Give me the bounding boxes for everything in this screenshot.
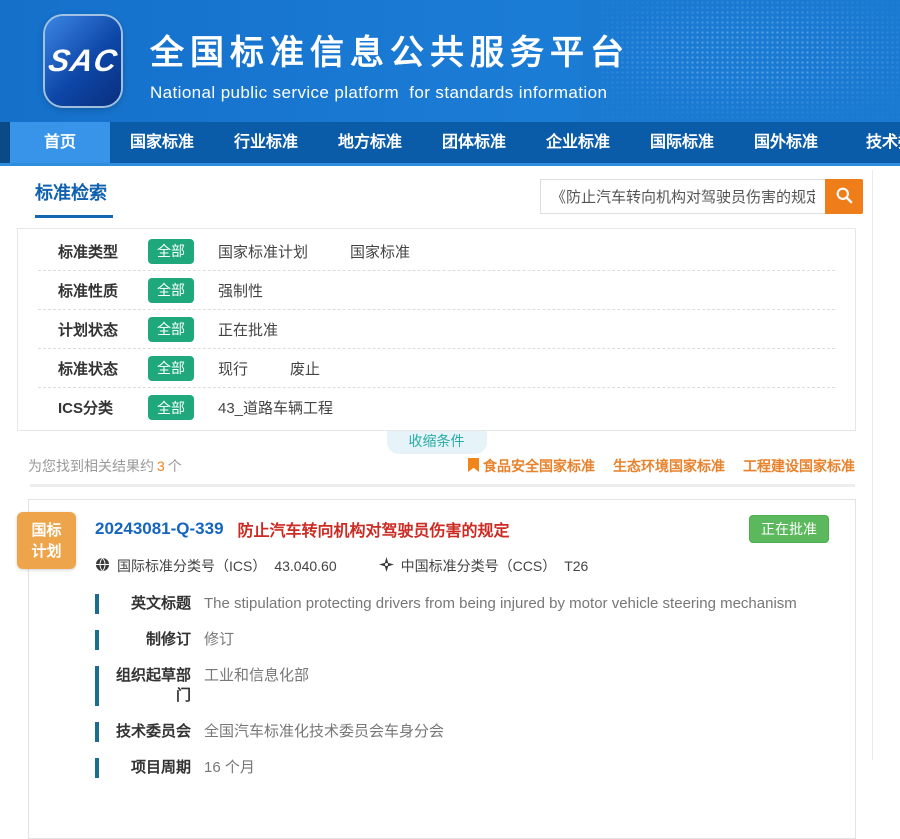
section-divider xyxy=(30,484,855,487)
field-row-drafting-department: 组织起草部门 工业和信息化部 xyxy=(95,666,835,706)
nav-item-foreign-standards[interactable]: 国外标准 xyxy=(734,122,838,163)
page-right-divider xyxy=(872,170,873,760)
quick-link-food-safety[interactable]: 食品安全国家标准 xyxy=(468,456,595,476)
nav-item-enterprise-standards[interactable]: 企业标准 xyxy=(526,122,630,163)
filter-row-ics: ICS分类 全部 43_道路车辆工程 xyxy=(38,388,835,427)
filter-row-plan-status: 计划状态 全部 正在批准 xyxy=(38,310,835,349)
quick-links: 食品安全国家标准 生态环境国家标准 工程建设国家标准 xyxy=(468,456,855,476)
filter-all-button[interactable]: 全部 xyxy=(148,278,194,303)
quick-link-label: 工程建设国家标准 xyxy=(743,456,855,476)
results-summary: 为您找到相关结果约3个 xyxy=(28,456,182,476)
status-badge: 正在批准 xyxy=(749,515,829,543)
filter-panel: 标准类型 全部 国家标准计划 国家标准 标准性质 全部 强制性 计划状态 全部 … xyxy=(17,228,856,431)
filter-label: 标准类型 xyxy=(38,241,126,262)
filter-row-standard-type: 标准类型 全部 国家标准计划 国家标准 xyxy=(38,232,835,271)
ics-label: 国际标准分类号（ICS） xyxy=(117,556,266,576)
results-summary-suffix: 个 xyxy=(168,458,182,474)
nav-item-national-standards[interactable]: 国家标准 xyxy=(110,122,214,163)
standard-title-link[interactable]: 防止汽车转向机构对驾驶员伤害的规定 xyxy=(238,517,510,541)
standard-plan-code[interactable]: 20243081-Q-339 xyxy=(95,519,224,539)
results-summary-row: 为您找到相关结果约3个 食品安全国家标准 生态环境国家标准 工程建设国家标准 xyxy=(28,456,855,476)
quick-link-label: 生态环境国家标准 xyxy=(613,456,725,476)
filter-label: 计划状态 xyxy=(38,319,126,340)
search-button[interactable] xyxy=(825,179,863,214)
field-row-revision: 制修订 修订 xyxy=(95,630,835,650)
search-input[interactable] xyxy=(540,179,825,214)
field-label: 技术委员会 xyxy=(107,722,191,742)
collapse-wrap: 收缩条件 xyxy=(17,431,856,454)
quick-link-engineering[interactable]: 工程建设国家标准 xyxy=(743,456,855,476)
filter-all-button[interactable]: 全部 xyxy=(148,356,194,381)
field-value: 全国汽车标准化技术委员会车身分会 xyxy=(204,722,454,742)
card-meta-row: 国际标准分类号（ICS） 43.040.60 中国标准分类号（CCS） T26 xyxy=(95,556,835,576)
nav-left-strip xyxy=(0,122,10,163)
field-value: 修订 xyxy=(204,630,244,650)
site-title-block: 全国标准信息公共服务平台 National public service pla… xyxy=(150,25,630,103)
field-marker-bar xyxy=(95,722,99,742)
field-marker-bar xyxy=(95,758,99,778)
ics-value: 43.040.60 xyxy=(274,558,336,574)
nav-item-group-standards[interactable]: 团体标准 xyxy=(422,122,526,163)
field-label: 英文标题 xyxy=(107,594,191,614)
filter-label: 标准状态 xyxy=(38,358,126,379)
results-summary-prefix: 为您找到相关结果约 xyxy=(28,458,154,474)
collapse-conditions-button[interactable]: 收缩条件 xyxy=(387,431,487,454)
globe-icon xyxy=(95,557,110,575)
filter-option[interactable]: 废止 xyxy=(290,358,320,379)
site-header: SAC 全国标准信息公共服务平台 National public service… xyxy=(0,0,900,122)
filter-option[interactable]: 现行 xyxy=(218,358,248,379)
site-subtitle: National public service platform for sta… xyxy=(150,83,630,103)
ccs-value: T26 xyxy=(564,558,588,574)
bookmark-icon xyxy=(468,458,479,475)
field-marker-bar xyxy=(95,666,99,706)
compass-icon xyxy=(379,557,394,575)
field-label: 项目周期 xyxy=(107,758,191,778)
filter-label: 标准性质 xyxy=(38,280,126,301)
field-row-english-title: 英文标题 The stipulation protecting drivers … xyxy=(95,594,835,614)
nav-item-industry-standards[interactable]: 行业标准 xyxy=(214,122,318,163)
card-title-row: 20243081-Q-339 防止汽车转向机构对驾驶员伤害的规定 正在批准 xyxy=(95,515,835,543)
field-row-project-period: 项目周期 16 个月 xyxy=(95,758,835,778)
nav-item-international-standards[interactable]: 国际标准 xyxy=(630,122,734,163)
quick-link-eco-environment[interactable]: 生态环境国家标准 xyxy=(613,456,725,476)
filter-all-button[interactable]: 全部 xyxy=(148,239,194,264)
filter-option[interactable]: 国家标准计划 xyxy=(218,241,308,262)
filter-row-standard-status: 标准状态 全部 现行 废止 xyxy=(38,349,835,388)
search-group xyxy=(540,179,863,214)
sac-logo-text: SAC xyxy=(46,43,121,79)
field-value: 工业和信息化部 xyxy=(204,666,319,706)
sac-logo[interactable]: SAC xyxy=(45,16,121,106)
main-nav: 首页 国家标准 行业标准 地方标准 团体标准 企业标准 国际标准 国外标准 技术… xyxy=(0,122,900,166)
nav-item-technical-committee[interactable]: 技术委 xyxy=(838,122,900,163)
field-value: The stipulation protecting drivers from … xyxy=(204,594,807,614)
filter-all-button[interactable]: 全部 xyxy=(148,395,194,420)
nav-item-home[interactable]: 首页 xyxy=(10,122,110,163)
card-fields: 英文标题 The stipulation protecting drivers … xyxy=(95,594,835,778)
tab-standard-search[interactable]: 标准检索 xyxy=(35,179,113,218)
filter-option[interactable]: 正在批准 xyxy=(218,319,278,340)
nav-item-local-standards[interactable]: 地方标准 xyxy=(318,122,422,163)
filter-option[interactable]: 强制性 xyxy=(218,280,263,301)
filter-option[interactable]: 国家标准 xyxy=(350,241,410,262)
filter-option[interactable]: 43_道路车辆工程 xyxy=(218,397,333,418)
field-row-technical-committee: 技术委员会 全国汽车标准化技术委员会车身分会 xyxy=(95,722,835,742)
field-label: 组织起草部门 xyxy=(107,666,191,706)
field-marker-bar xyxy=(95,630,99,650)
filter-label: ICS分类 xyxy=(38,397,126,418)
search-section: 标准检索 xyxy=(0,166,900,224)
ccs-label: 中国标准分类号（CCS） xyxy=(401,556,557,576)
site-title: 全国标准信息公共服务平台 xyxy=(150,25,630,74)
magnifier-icon xyxy=(835,186,854,208)
field-marker-bar xyxy=(95,594,99,614)
filter-all-button[interactable]: 全部 xyxy=(148,317,194,342)
quick-link-label: 食品安全国家标准 xyxy=(483,456,595,476)
badge-line1: 国标 xyxy=(17,520,76,541)
field-label: 制修订 xyxy=(107,630,191,650)
filter-row-standard-nature: 标准性质 全部 强制性 xyxy=(38,271,835,310)
results-count: 3 xyxy=(157,458,165,474)
field-value: 16 个月 xyxy=(204,758,265,778)
badge-line2: 计划 xyxy=(17,541,76,562)
result-card: 国标 计划 20243081-Q-339 防止汽车转向机构对驾驶员伤害的规定 正… xyxy=(28,499,856,839)
national-plan-badge: 国标 计划 xyxy=(17,512,76,569)
